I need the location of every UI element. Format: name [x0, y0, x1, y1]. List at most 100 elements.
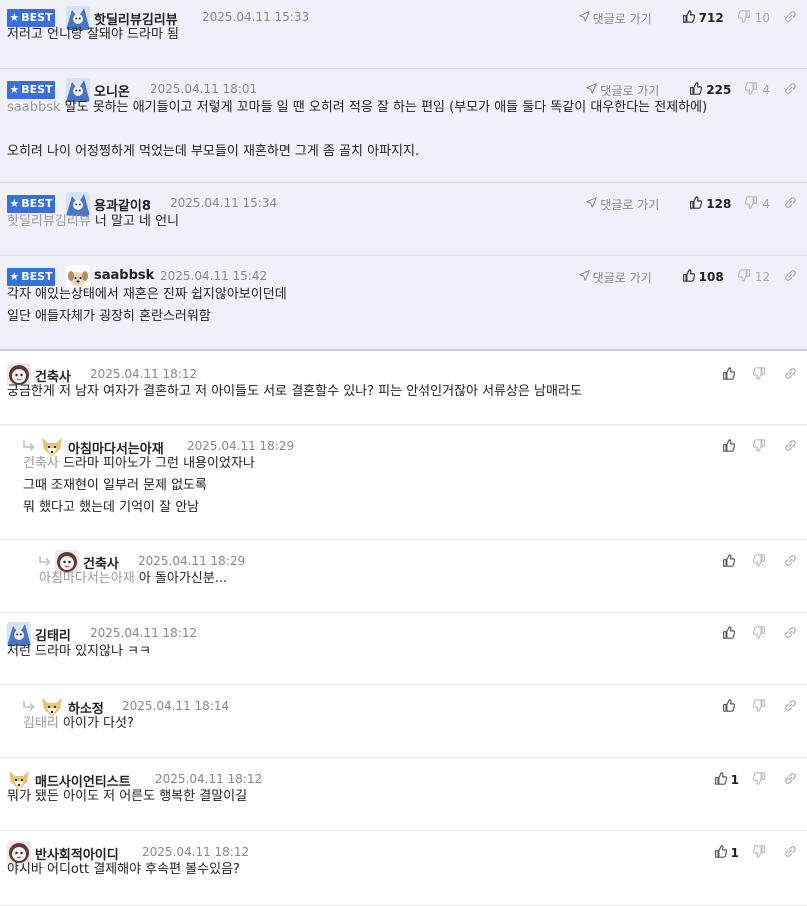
- comment-actions: [708, 619, 797, 649]
- comment-line: 저런 드라마 있지않나 ㅋㅋ: [7, 641, 151, 663]
- share-button[interactable]: [784, 699, 797, 716]
- go-to-reply-link[interactable]: 댓글로 가기: [578, 269, 652, 286]
- share-button[interactable]: [784, 196, 797, 213]
- best-comment: ★ BEST 오니온 2025.04.11 18:01 댓글로 가기 225 4 saabbs…: [0, 69, 807, 183]
- link-icon: [784, 439, 797, 456]
- like-button[interactable]: 108: [682, 269, 724, 285]
- thumbs-up-icon: [689, 196, 706, 212]
- comment-date: 2025.04.11 15:34: [170, 196, 278, 210]
- dislike-button[interactable]: [752, 439, 770, 455]
- best-badge-label: BEST: [21, 11, 53, 24]
- thumbs-down-icon: [752, 367, 770, 383]
- share-button[interactable]: [784, 439, 797, 456]
- dislike-button[interactable]: 10: [737, 10, 770, 26]
- mention-link[interactable]: saabbsk: [7, 100, 61, 115]
- comment-actions: [708, 692, 797, 722]
- like-button[interactable]: 1: [714, 845, 739, 861]
- comment-line: 야시바 어디ott 결제해야 후속편 볼수있음?: [7, 859, 240, 881]
- comment: 반사회적아이디 2025.04.11 18:12 1 야시바 어디ott 결제해야 후…: [0, 831, 807, 906]
- go-to-reply-link[interactable]: 댓글로 가기: [586, 196, 659, 213]
- dislike-button[interactable]: [752, 626, 770, 642]
- mention-link[interactable]: 아침마다서는아재: [39, 571, 135, 586]
- dislike-button[interactable]: [752, 554, 770, 570]
- like-count: 1: [730, 846, 739, 860]
- comment-date: 2025.04.11 18:12: [90, 626, 198, 640]
- like-button[interactable]: 225: [689, 82, 731, 98]
- dislike-button[interactable]: [752, 845, 770, 861]
- comment-body: 궁금한게 저 남자 여자가 결혼하고 저 아이들도 서로 결혼할수 있나? 피는…: [7, 381, 582, 403]
- go-to-reply-link[interactable]: 댓글로 가기: [586, 82, 659, 99]
- dislike-button[interactable]: 12: [737, 269, 770, 285]
- comment-text: 아이가 다섯?: [63, 716, 134, 731]
- go-to-reply-link[interactable]: 댓글로 가기: [578, 10, 652, 27]
- comment-actions: 1: [700, 838, 797, 868]
- star-icon: ★: [9, 83, 20, 96]
- link-icon: [784, 82, 797, 99]
- share-button[interactable]: [784, 82, 797, 99]
- comment-body: 뭐가 됐든 아이도 저 어른도 행복한 결말이길: [7, 786, 247, 808]
- link-icon: [784, 10, 797, 27]
- comment-body: 야시바 어디ott 결제해야 후속편 볼수있음?: [7, 859, 240, 881]
- dislike-button[interactable]: [752, 699, 770, 715]
- best-comment: ★ BEST saabbsk 2025.04.11 15:42 댓글로 가기 108 12 각…: [0, 256, 807, 351]
- like-button[interactable]: [722, 367, 739, 383]
- link-icon: [784, 554, 797, 571]
- comment-line: 건축사 드라마 피아노가 그런 내용이었자나: [23, 453, 255, 475]
- share-button[interactable]: [784, 269, 797, 286]
- comment-text: 일단 애들자체가 굉장히 혼란스러워함: [7, 309, 211, 324]
- mention-link[interactable]: 핫딜리뷰김리뷰: [7, 214, 91, 229]
- comment-line: [7, 119, 707, 141]
- comment-line: 아침마다서는아재 아 돌아가신분...: [39, 568, 227, 590]
- like-button[interactable]: [722, 439, 739, 455]
- comment-text: 야시바 어디ott 결제해야 후속편 볼수있음?: [7, 862, 240, 877]
- thumbs-down-icon: [752, 699, 770, 715]
- comment-actions: 1: [700, 765, 797, 795]
- like-button[interactable]: 128: [689, 196, 731, 212]
- like-count: 712: [698, 11, 724, 25]
- star-icon: ★: [9, 197, 20, 210]
- share-button[interactable]: [784, 367, 797, 384]
- comment-text: 뭐가 됐든 아이도 저 어른도 행복한 결말이길: [7, 789, 248, 804]
- dislike-button[interactable]: [752, 772, 770, 788]
- go-to-reply-label: 댓글로 가기: [592, 11, 652, 26]
- thumbs-up-icon: [714, 772, 731, 788]
- thumbs-up-icon: [722, 439, 739, 455]
- mention-link[interactable]: 건축사: [23, 456, 59, 471]
- like-button[interactable]: [722, 699, 739, 715]
- star-icon: ★: [9, 11, 20, 24]
- comment-text: 말도 못하는 애기들이고 저렇게 꼬마들 일 땐 오히려 적응 잘 하는 편임 …: [64, 100, 708, 115]
- thumbs-up-icon: [682, 269, 699, 285]
- comment: 매드사이언티스트 2025.04.11 18:12 1 뭐가 됐든 아이도 저 어른도…: [0, 758, 807, 831]
- share-button[interactable]: [784, 554, 797, 571]
- share-button[interactable]: [784, 845, 797, 862]
- link-icon: [784, 699, 797, 716]
- like-button[interactable]: [722, 626, 739, 642]
- share-button[interactable]: [784, 10, 797, 27]
- thumbs-up-icon: [722, 626, 739, 642]
- mention-link[interactable]: 김태리: [23, 716, 59, 731]
- comment: 김태리 2025.04.11 18:12 저런 드라마 있지않나 ㅋㅋ: [0, 613, 807, 685]
- link-icon: [784, 772, 797, 789]
- thumbs-up-icon: [689, 82, 706, 98]
- comment-actions: 댓글로 가기 108 12: [578, 262, 797, 292]
- thumbs-down-icon: [752, 772, 770, 788]
- share-button[interactable]: [784, 626, 797, 643]
- comment-date: 2025.04.11 18:14: [122, 699, 230, 713]
- thumbs-down-icon: [752, 845, 770, 861]
- thumbs-up-icon: [722, 554, 739, 570]
- share-button[interactable]: [784, 772, 797, 789]
- author-nickname[interactable]: saabbsk: [94, 268, 154, 283]
- like-button[interactable]: [722, 554, 739, 570]
- comment-text: 궁금한게 저 남자 여자가 결혼하고 저 아이들도 서로 결혼할수 있나? 피는…: [7, 384, 582, 399]
- like-button[interactable]: 1: [714, 772, 739, 788]
- dislike-button[interactable]: 4: [745, 196, 770, 212]
- dislike-button[interactable]: 4: [745, 82, 770, 98]
- comment-line: 각자 애있는상태에서 재혼은 진짜 쉽지않아보이던데: [7, 284, 287, 306]
- comment-actions: [708, 432, 797, 462]
- thumbs-up-icon: [714, 845, 731, 861]
- go-to-reply-label: 댓글로 가기: [600, 197, 660, 212]
- comment-body: saabbsk 말도 못하는 애기들이고 저렇게 꼬마들 일 땐 오히려 적응 …: [7, 97, 707, 163]
- like-button[interactable]: 712: [682, 10, 724, 26]
- thumbs-up-icon: [722, 699, 739, 715]
- dislike-button[interactable]: [752, 367, 770, 383]
